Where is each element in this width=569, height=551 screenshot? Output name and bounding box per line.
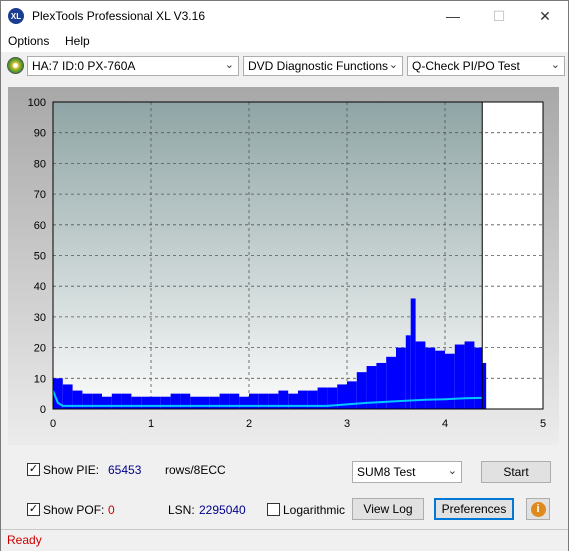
pi-po-chart: 0 10 20 30 40 50 60 70 80 90 100 0 1 2 3 4 5 [8,87,559,445]
chevron-down-icon: ⌄ [388,59,398,71]
show-pie-label: Show PIE: [43,463,100,477]
app-window: XL PlexTools Professional XL V3.16 — ☐ ✕… [0,0,569,551]
pie-bar [405,335,411,409]
info-icon: i [530,501,546,517]
chevron-down-icon: ⌄ [447,465,457,477]
x-tick-label: 0 [50,418,56,430]
pie-bar [239,396,249,409]
show-pof-checkbox[interactable]: ✓ [27,503,40,516]
pie-bar [474,347,483,409]
close-button[interactable]: ✕ [522,1,568,31]
pie-bar [190,396,200,409]
test-select-value: Q-Check PI/PO Test [412,59,520,73]
function-select[interactable]: DVD Diagnostic Functions ⌄ [243,56,403,76]
pie-bar [102,396,112,409]
view-log-button-label: View Log [363,502,413,516]
pie-bar [410,298,416,409]
menu-help[interactable]: Help [65,34,90,48]
pie-bar [151,396,161,409]
pof-value: 0 [108,503,115,517]
control-panel: ✓ Show PIE: 65453 rows/8ECC SUM8 Test ⌄ … [1,453,568,529]
pie-bar [160,396,171,409]
y-tick-label: 0 [40,404,46,416]
menu-options[interactable]: Options [8,34,49,48]
title-bar: XL PlexTools Professional XL V3.16 — ☐ ✕ [1,1,568,31]
x-tick-label: 2 [246,418,252,430]
pie-bar [482,362,487,409]
view-log-button[interactable]: View Log [352,498,424,520]
menu-bar: Options Help [1,31,568,52]
pie-unit: rows/8ECC [165,463,226,477]
x-tick-label: 5 [540,418,546,430]
toolbar: HA:7 ID:0 PX-760A ⌄ DVD Diagnostic Funct… [1,52,568,80]
y-tick-label: 30 [34,312,46,324]
chevron-down-icon: ⌄ [224,59,234,71]
maximize-button[interactable]: ☐ [476,1,522,31]
pie-bar [415,341,426,409]
y-tick-label: 60 [34,220,46,232]
start-button-label: Start [503,465,529,479]
pie-bar [131,396,142,409]
drive-select[interactable]: HA:7 ID:0 PX-760A ⌄ [27,56,239,76]
window-title: PlexTools Professional XL V3.16 [32,9,205,23]
pie-bar [141,396,151,409]
y-tick-label: 70 [34,189,46,201]
status-bar: Ready [1,529,568,551]
pie-bar [396,347,406,409]
pie-bar [445,353,455,409]
function-select-value: DVD Diagnostic Functions [248,59,389,73]
app-logo-icon: XL [8,8,24,24]
y-tick-label: 20 [34,343,46,355]
lsn-label: LSN: [168,503,195,517]
sum-test-select-value: SUM8 Test [357,465,416,479]
y-tick-label: 90 [34,128,46,140]
show-pie-checkbox[interactable]: ✓ [27,463,40,476]
disc-drive-icon [7,57,24,74]
logarithmic-label: Logarithmic [283,503,346,517]
y-tick-label: 10 [34,373,46,385]
info-button[interactable]: i [526,498,550,520]
minimize-button[interactable]: — [430,1,476,31]
chart-panel: 0 10 20 30 40 50 60 70 80 90 100 0 1 2 3 4 5 [8,87,559,445]
preferences-button[interactable]: Preferences [434,498,514,520]
status-text: Ready [7,533,42,547]
test-select[interactable]: Q-Check PI/PO Test ⌄ [407,56,565,76]
chevron-down-icon: ⌄ [550,59,560,71]
pie-bar [200,396,210,409]
x-tick-label: 3 [344,418,350,430]
y-tick-label: 80 [34,158,46,170]
show-pof-label: Show POF: [43,503,105,517]
preferences-button-label: Preferences [441,502,507,516]
logarithmic-checkbox[interactable] [267,503,280,516]
start-button[interactable]: Start [481,461,551,483]
pie-bar [209,396,220,409]
y-tick-label: 40 [34,281,46,293]
y-tick-label: 100 [28,97,46,109]
x-tick-label: 1 [148,418,154,430]
y-tick-label: 50 [34,251,46,263]
sum-test-select[interactable]: SUM8 Test ⌄ [352,461,462,483]
lsn-value: 2295040 [199,503,246,517]
x-tick-label: 4 [442,418,448,430]
drive-select-value: HA:7 ID:0 PX-760A [32,59,136,73]
pie-value: 65453 [108,463,142,477]
